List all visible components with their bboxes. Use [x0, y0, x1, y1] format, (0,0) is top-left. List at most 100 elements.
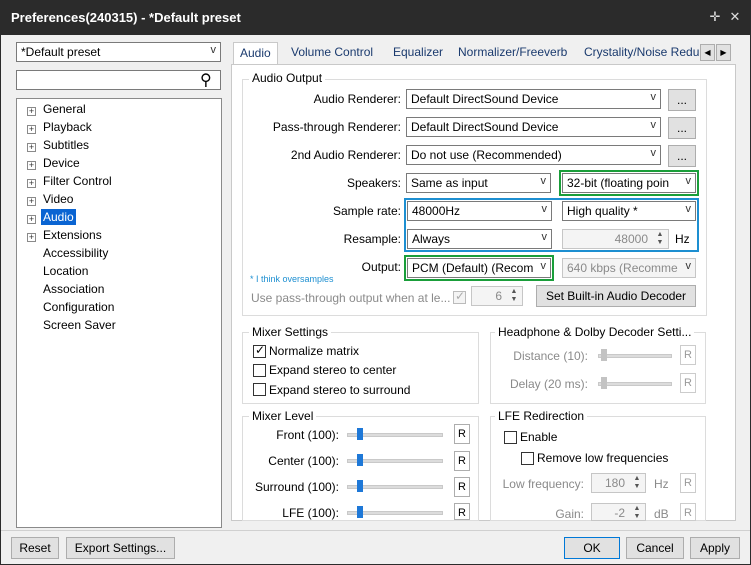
- builtin-decoder-button[interactable]: Set Built-in Audio Decoder: [536, 285, 696, 307]
- ok-button[interactable]: OK: [564, 537, 620, 559]
- tree-item-association[interactable]: Association: [43, 282, 104, 296]
- second-renderer-more-button[interactable]: ...: [668, 145, 696, 167]
- center-slider-thumb[interactable]: [357, 454, 363, 466]
- gain-unit: dB: [654, 507, 669, 521]
- export-settings-button[interactable]: Export Settings...: [66, 537, 175, 559]
- tab-audio[interactable]: Audio: [233, 42, 278, 66]
- expand-icon[interactable]: +: [27, 233, 36, 242]
- passthrough-channel-stepper[interactable]: 6 ▲ ▼: [471, 286, 523, 306]
- tree-item-subtitles[interactable]: Subtitles: [43, 138, 89, 152]
- pin-icon[interactable]: ✛: [707, 9, 723, 25]
- normalize-matrix-label: Normalize matrix: [269, 344, 360, 358]
- expand-icon[interactable]: +: [27, 107, 36, 116]
- delay-slider-thumb[interactable]: [601, 377, 607, 389]
- tree-item-location[interactable]: Location: [43, 264, 88, 278]
- spin-updown-icon[interactable]: ▲ ▼: [507, 288, 521, 304]
- expand-icon[interactable]: +: [27, 197, 36, 206]
- center-reset-button[interactable]: R: [454, 451, 470, 471]
- expand-icon[interactable]: +: [27, 215, 36, 224]
- preferences-window: Preferences(240315) - *Default preset ✛ …: [0, 0, 751, 565]
- reset-button[interactable]: Reset: [11, 537, 59, 559]
- low-frequency-unit: Hz: [654, 477, 669, 491]
- tree-item-accessibility[interactable]: Accessibility: [43, 246, 108, 260]
- chevron-down-icon: v: [541, 231, 548, 243]
- front-slider-thumb[interactable]: [357, 428, 363, 440]
- sample-rate-select[interactable]: 48000Hz v: [407, 201, 552, 221]
- expand-surround-label: Expand stereo to surround: [269, 383, 411, 397]
- category-tree: + General + Playback + Subtitles + Devic…: [16, 98, 222, 528]
- surround-reset-button[interactable]: R: [454, 477, 470, 497]
- expand-icon[interactable]: +: [27, 125, 36, 134]
- tab-scroll-right-icon[interactable]: ▶: [716, 44, 731, 61]
- lfe-slider-thumb[interactable]: [357, 506, 363, 518]
- expand-center-checkbox[interactable]: [253, 364, 266, 377]
- resample-select[interactable]: Always v: [407, 229, 552, 249]
- apply-button[interactable]: Apply: [690, 537, 740, 559]
- gain-reset-button[interactable]: R: [680, 503, 696, 521]
- preset-search-input[interactable]: [16, 70, 221, 90]
- resample-quality-select[interactable]: High quality * v: [562, 201, 696, 221]
- expand-icon[interactable]: +: [27, 179, 36, 188]
- surround-slider-thumb[interactable]: [357, 480, 363, 492]
- expand-surround-checkbox[interactable]: [253, 383, 266, 396]
- lfe-enable-checkbox[interactable]: [504, 431, 517, 444]
- passthrough-renderer-label: Pass-through Renderer:: [272, 120, 401, 134]
- resample-rate-stepper[interactable]: 48000 ▲ ▼: [562, 229, 669, 249]
- close-icon[interactable]: ✕: [727, 9, 743, 25]
- chevron-down-icon: v: [650, 119, 657, 131]
- tab-volume-control[interactable]: Volume Control: [285, 42, 379, 64]
- search-icon[interactable]: ⚲: [200, 70, 220, 90]
- spin-updown-icon[interactable]: ▲ ▼: [630, 475, 644, 491]
- audio-renderer-select[interactable]: Default DirectSound Device v: [406, 89, 661, 109]
- audio-renderer-more-button[interactable]: ...: [668, 89, 696, 111]
- lfe-enable-label: Enable: [520, 430, 558, 444]
- sample-format-select[interactable]: 32-bit (floating poin v: [562, 173, 696, 193]
- tree-item-general[interactable]: General: [43, 102, 86, 116]
- gain-stepper[interactable]: -2 ▲ ▼: [591, 503, 646, 521]
- expand-icon[interactable]: +: [27, 161, 36, 170]
- distance-slider-thumb[interactable]: [601, 349, 607, 361]
- preset-select[interactable]: *Default preset v: [16, 42, 221, 62]
- tab-equalizer[interactable]: Equalizer: [387, 42, 449, 64]
- low-frequency-stepper[interactable]: 180 ▲ ▼: [591, 473, 646, 493]
- low-frequency-reset-button[interactable]: R: [680, 473, 696, 493]
- tree-item-screen-saver[interactable]: Screen Saver: [43, 318, 116, 332]
- expand-icon[interactable]: +: [27, 143, 36, 152]
- distance-reset-button[interactable]: R: [680, 345, 696, 365]
- normalize-matrix-checkbox[interactable]: [253, 343, 266, 358]
- tree-item-audio[interactable]: Audio: [41, 209, 76, 225]
- chevron-down-icon: v: [540, 175, 547, 187]
- second-renderer-select[interactable]: Do not use (Recommended) v: [406, 145, 661, 165]
- remove-low-checkbox[interactable]: [521, 452, 534, 465]
- window-title: Preferences(240315) - *Default preset: [11, 10, 241, 25]
- tree-item-device[interactable]: Device: [43, 156, 80, 170]
- front-reset-button[interactable]: R: [454, 424, 470, 444]
- tree-item-video[interactable]: Video: [43, 192, 73, 206]
- distance-slider[interactable]: [598, 354, 672, 358]
- second-renderer-label: 2nd Audio Renderer:: [290, 148, 401, 162]
- passthrough-renderer-more-button[interactable]: ...: [668, 117, 696, 139]
- cancel-button[interactable]: Cancel: [626, 537, 684, 559]
- spin-updown-icon[interactable]: ▲ ▼: [653, 231, 667, 247]
- delay-reset-button[interactable]: R: [680, 373, 696, 393]
- distance-label: Distance (10):: [513, 349, 588, 363]
- lfe-reset-button[interactable]: R: [454, 503, 470, 520]
- tab-normalizer[interactable]: Normalizer/Freeverb: [452, 42, 573, 64]
- passthrough-checkbox[interactable]: [453, 289, 466, 304]
- tree-item-playback[interactable]: Playback: [43, 120, 92, 134]
- tree-item-filter-control[interactable]: Filter Control: [43, 174, 112, 188]
- delay-slider[interactable]: [598, 382, 672, 386]
- output-select[interactable]: PCM (Default) (Recom v: [407, 258, 551, 278]
- tree-item-extensions[interactable]: Extensions: [43, 228, 102, 242]
- speakers-select[interactable]: Same as input v: [406, 173, 551, 193]
- tab-crystality[interactable]: Crystality/Noise Redu: [578, 42, 699, 64]
- lfe-level-label: LFE (100):: [282, 506, 339, 520]
- tab-scroll-left-icon[interactable]: ◀: [700, 44, 715, 61]
- bitrate-select[interactable]: 640 kbps (Recomme v: [562, 258, 696, 278]
- passthrough-renderer-select[interactable]: Default DirectSound Device v: [406, 117, 661, 137]
- spin-updown-icon[interactable]: ▲ ▼: [630, 505, 644, 521]
- mixer-settings-title: Mixer Settings: [249, 325, 332, 339]
- mixer-level-title: Mixer Level: [249, 409, 317, 423]
- sample-rate-label: Sample rate:: [332, 204, 401, 218]
- tree-item-configuration[interactable]: Configuration: [43, 300, 114, 314]
